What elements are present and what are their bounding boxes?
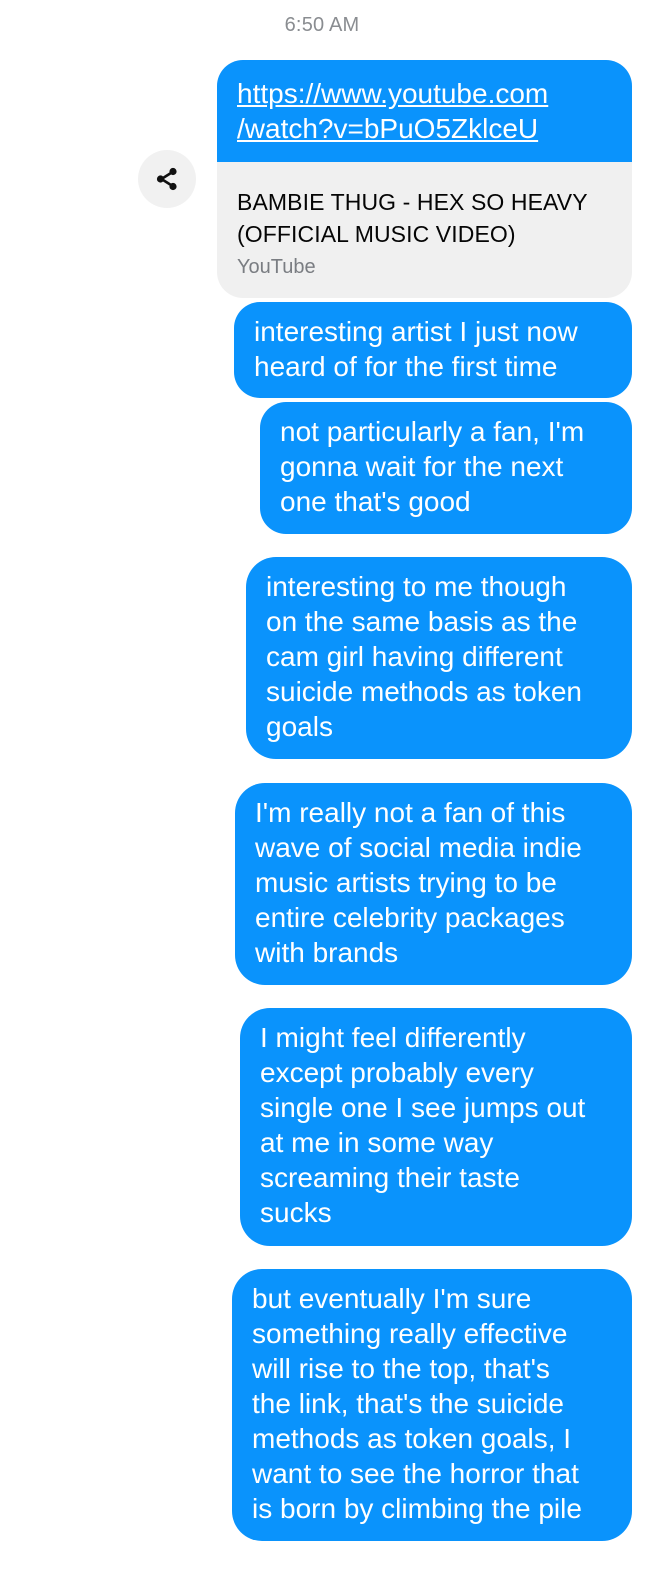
message-line: goals	[266, 711, 333, 742]
message-line: except probably every	[260, 1057, 534, 1088]
link-url-line[interactable]: https://www.youtube.com	[237, 76, 612, 111]
message-bubble-1[interactable]: interesting artist I just now heard of f…	[234, 302, 632, 398]
share-icon	[156, 167, 177, 191]
link-url[interactable]: https://www.youtube.com /watch?v=bPuO5Zk…	[217, 60, 632, 162]
message-line: cam girl having different	[266, 641, 563, 672]
message-line: heard of for the first time	[254, 351, 558, 382]
message-line: screaming their taste	[260, 1162, 520, 1193]
message-bubble-2[interactable]: not particularly a fan, I'm gonna wait f…	[260, 402, 632, 534]
link-message[interactable]: https://www.youtube.com /watch?v=bPuO5Zk…	[217, 60, 632, 298]
message-line: music artists trying to be	[255, 867, 557, 898]
message-line: something really effective	[252, 1318, 568, 1349]
message-line: will rise to the top, that's	[252, 1353, 550, 1384]
link-url-line[interactable]: /watch?v=bPuO5ZklceU	[237, 111, 612, 146]
message-line: entire celebrity packages	[255, 902, 565, 933]
message-line: sucks	[260, 1197, 332, 1228]
message-bubble-5[interactable]: I might feel differently except probably…	[240, 1008, 632, 1246]
message-line: I might feel differently	[260, 1022, 526, 1053]
message-line: is born by climbing the pile	[252, 1493, 582, 1524]
message-line: the link, that's the suicide	[252, 1388, 564, 1419]
message-bubble-6[interactable]: but eventually I'm sure something really…	[232, 1269, 632, 1541]
message-line: but eventually I'm sure	[252, 1283, 532, 1314]
message-line: one that's good	[280, 486, 471, 517]
message-line: single one I see jumps out	[260, 1092, 586, 1123]
message-line: gonna wait for the next	[280, 451, 564, 482]
message-line: interesting to me though	[266, 571, 567, 602]
message-line: want to see the horror that	[252, 1458, 579, 1489]
share-button[interactable]	[138, 150, 196, 208]
message-line: wave of social media indie	[255, 832, 582, 863]
message-line: suicide methods as token	[266, 676, 582, 707]
message-line: with brands	[255, 937, 399, 968]
message-line: not particularly a fan, I'm	[280, 416, 585, 447]
message-bubble-4[interactable]: I'm really not a fan of this wave of soc…	[235, 783, 632, 985]
message-line: methods as token goals, I	[252, 1423, 572, 1454]
message-line: at me in some way	[260, 1127, 494, 1158]
link-preview[interactable]: BAMBIE THUG - HEX SO HEAVY (OFFICIAL MUS…	[217, 162, 632, 281]
message-line: on the same basis as the	[266, 606, 578, 637]
link-preview-title: BAMBIE THUG - HEX SO HEAVY (OFFICIAL MUS…	[237, 189, 588, 247]
message-bubble-3[interactable]: interesting to me though on the same bas…	[246, 557, 632, 759]
message-line: I'm really not a fan of this	[255, 797, 566, 828]
message-line: interesting artist I just now	[254, 316, 578, 347]
link-preview-source: YouTube	[237, 256, 316, 278]
message-timestamp: 6:50 AM	[284, 14, 360, 36]
